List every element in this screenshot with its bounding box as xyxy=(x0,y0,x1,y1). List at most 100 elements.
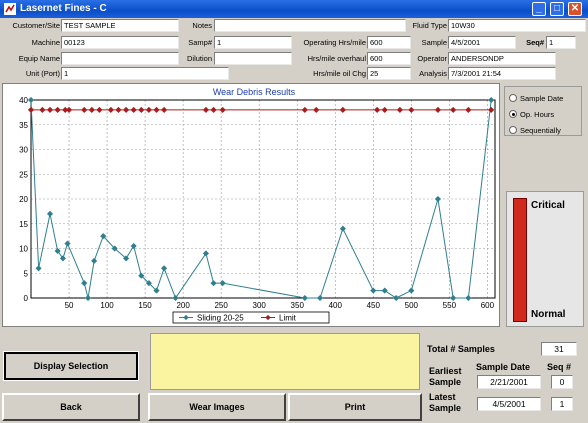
sample-header-panel: Customer/Site TEST SAMPLE Machine 00123 … xyxy=(0,18,588,83)
data-point xyxy=(210,279,217,287)
data-point xyxy=(107,106,115,114)
x-tick-label: 200 xyxy=(176,301,190,310)
data-point xyxy=(488,96,495,104)
gauge-critical-label: Critical xyxy=(531,200,565,211)
radio-sample-date-label: Sample Date xyxy=(520,94,564,103)
notes-label: Notes xyxy=(192,21,212,30)
latest-date-field: 4/5/2001 xyxy=(477,397,541,411)
machine-field[interactable]: 00123 xyxy=(61,36,179,49)
seq-field[interactable]: 1 xyxy=(546,36,576,49)
data-point xyxy=(46,210,54,218)
display-selection-button[interactable]: Display Selection xyxy=(3,351,139,381)
samp-num-field[interactable]: 1 xyxy=(214,36,292,49)
title-bar: Lasernet Fines - C _ □ ✕ xyxy=(0,0,588,18)
data-point xyxy=(88,106,96,114)
chart-canvas: Wear Debris Results 0 5 10 15 20 25 30 35 40 50 10… xyxy=(19,87,496,324)
x-tick-label: 100 xyxy=(100,301,114,310)
data-point xyxy=(339,225,347,232)
app-icon xyxy=(4,3,16,15)
unit-port-field[interactable]: 1 xyxy=(61,67,229,80)
x-tick-label: 250 xyxy=(214,301,228,310)
dilution-field[interactable] xyxy=(214,52,292,65)
data-point xyxy=(301,106,308,114)
radio-sequentially[interactable]: Sequentially xyxy=(509,125,561,137)
radio-op-hours[interactable]: Op. Hours xyxy=(509,109,554,121)
samp-num-label: Samp# xyxy=(188,38,212,47)
fluid-type-field[interactable]: 10W30 xyxy=(448,19,586,32)
operator-field[interactable]: ANDERSONDP xyxy=(448,52,556,65)
data-point xyxy=(202,250,210,257)
data-point xyxy=(408,287,415,294)
y-tick-label: 5 xyxy=(24,269,29,278)
wear-images-label: Wear Images xyxy=(189,402,245,412)
data-point xyxy=(122,106,130,114)
y-tick-label: 20 xyxy=(19,195,28,204)
radio-sample-date[interactable]: Sample Date xyxy=(509,93,563,105)
data-point xyxy=(153,106,160,114)
window-title: Lasernet Fines - C xyxy=(20,3,107,14)
wear-debris-chart: Wear Debris Results 0 5 10 15 20 25 30 35 40 50 10… xyxy=(2,83,500,327)
print-button[interactable]: Print xyxy=(288,393,422,421)
radio-op-hours-icon xyxy=(509,110,517,118)
minimize-button[interactable]: _ xyxy=(532,2,546,16)
y-tick-label: 25 xyxy=(19,170,28,179)
maximize-button[interactable]: □ xyxy=(550,2,564,16)
operator-label: Operator xyxy=(417,54,447,63)
unit-port-label: Unit (Port) xyxy=(25,69,60,78)
data-point xyxy=(339,106,347,114)
earliest-date-field: 2/21/2001 xyxy=(477,375,541,389)
dilution-label: Dilution xyxy=(186,54,212,63)
severity-gauge: Critical Normal xyxy=(506,191,584,327)
wear-images-button[interactable]: Wear Images xyxy=(148,393,286,421)
sample-date-field[interactable]: 4/5/2001 xyxy=(448,36,516,49)
data-point xyxy=(301,294,308,302)
close-button[interactable]: ✕ xyxy=(568,2,582,16)
radio-op-hours-label: Op. Hours xyxy=(520,110,555,119)
latest-label-line1: Latest xyxy=(429,392,456,402)
back-button[interactable]: Back xyxy=(2,393,140,421)
data-point xyxy=(96,106,103,114)
data-point xyxy=(27,106,35,114)
data-point xyxy=(210,106,217,114)
x-tick-label: 400 xyxy=(329,301,343,310)
radio-sequentially-label: Sequentially xyxy=(520,126,561,135)
chart-axes: 0 5 10 15 20 25 30 35 40 50 100 150 200 250 300 350 400 4… xyxy=(19,96,495,310)
x-tick-label: 50 xyxy=(65,301,74,310)
print-label: Print xyxy=(344,402,366,412)
data-point xyxy=(465,294,472,302)
data-point xyxy=(396,106,404,114)
seq-label: Seq# xyxy=(526,38,544,47)
data-point xyxy=(450,294,457,302)
back-label: Back xyxy=(60,402,82,412)
data-point xyxy=(84,294,92,302)
data-point xyxy=(434,106,442,114)
severity-gauge-bar xyxy=(513,198,527,322)
data-point xyxy=(81,279,88,287)
latest-seq-field: 1 xyxy=(551,397,573,411)
analysis-field[interactable]: 7/3/2001 21:54 xyxy=(448,67,556,80)
data-point xyxy=(313,106,320,114)
y-tick-label: 35 xyxy=(19,121,28,130)
radio-sequentially-icon xyxy=(509,126,517,134)
data-point xyxy=(434,195,442,203)
selection-info-box xyxy=(150,333,420,390)
data-point xyxy=(160,106,168,114)
legend-label: Limit xyxy=(279,314,297,323)
data-point xyxy=(373,106,381,114)
data-point xyxy=(408,106,415,114)
equip-name-field[interactable] xyxy=(61,52,179,65)
y-tick-label: 10 xyxy=(19,245,28,254)
x-tick-label: 350 xyxy=(291,301,305,310)
data-point xyxy=(130,242,137,250)
notes-field[interactable] xyxy=(214,19,406,32)
fluid-type-label: Fluid Type xyxy=(412,21,447,30)
customer-site-label: Customer/Site xyxy=(12,21,60,30)
seq-header: Seq # xyxy=(547,362,572,372)
x-tick-label: 600 xyxy=(481,301,495,310)
total-samples-field: 31 xyxy=(541,342,577,356)
data-point xyxy=(90,257,98,265)
data-point xyxy=(392,294,400,302)
data-point xyxy=(35,265,42,272)
x-tick-label: 450 xyxy=(367,301,381,310)
customer-site-field[interactable]: TEST SAMPLE xyxy=(61,19,179,32)
